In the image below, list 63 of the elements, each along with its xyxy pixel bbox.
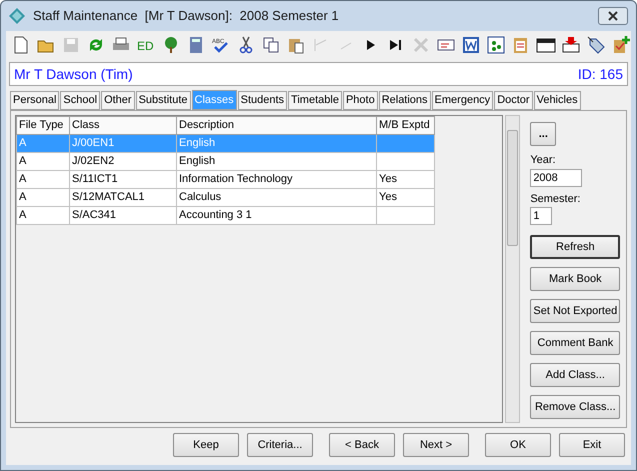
- app-logo-icon: [9, 8, 25, 24]
- table-cell: A: [16, 134, 70, 152]
- tab[interactable]: Vehicles: [534, 91, 581, 110]
- table-row[interactable]: A J/02EN2 English: [16, 152, 434, 170]
- footer-button[interactable]: Exit: [559, 433, 625, 457]
- table-cell: A: [16, 206, 70, 224]
- footer-button[interactable]: Next >: [403, 433, 469, 457]
- table-cell: J/02EN2: [70, 152, 176, 170]
- tab[interactable]: School: [60, 91, 100, 110]
- table-cell: Yes: [376, 170, 434, 188]
- table-cell: English: [176, 134, 376, 152]
- table-cell: Accounting 3 1: [176, 206, 376, 224]
- side-button[interactable]: Set Not Exported: [530, 299, 620, 323]
- table-cell: A: [16, 152, 70, 170]
- column-header[interactable]: File Type: [16, 116, 70, 134]
- semester-label: Semester:: [530, 192, 582, 206]
- table-cell: Yes: [376, 188, 434, 206]
- window-title: Staff Maintenance [Mr T Dawson]: 2008 Semester 1: [33, 7, 339, 26]
- tab[interactable]: Relations: [378, 91, 431, 110]
- side-button[interactable]: Add Class...: [530, 363, 620, 387]
- tab[interactable]: Other: [101, 91, 135, 110]
- column-header[interactable]: M/B Exptd: [376, 116, 434, 134]
- table-cell: S/12MATCAL1: [70, 188, 176, 206]
- tab[interactable]: Photo: [342, 91, 378, 110]
- tab[interactable]: Substitute: [136, 91, 190, 110]
- table-row[interactable]: A S/11ICT1 Information Technology Yes: [16, 170, 434, 188]
- side-button[interactable]: Comment Bank: [530, 331, 620, 355]
- table-cell: A: [16, 188, 70, 206]
- side-button[interactable]: Refresh: [530, 235, 620, 259]
- browse-button[interactable]: ...: [530, 122, 556, 146]
- side-button[interactable]: Mark Book: [530, 267, 620, 291]
- close-icon: [608, 11, 618, 21]
- tab[interactable]: Emergency: [432, 91, 494, 110]
- vertical-scrollbar[interactable]: [505, 115, 520, 423]
- year-label: Year:: [530, 153, 557, 168]
- close-button[interactable]: [598, 7, 628, 25]
- footer-button[interactable]: Keep: [173, 433, 239, 457]
- tab[interactable]: Timetable: [288, 91, 342, 110]
- column-header[interactable]: Class: [70, 116, 176, 134]
- table-cell: A: [16, 170, 70, 188]
- table-row[interactable]: A S/12MATCAL1 Calculus Yes: [16, 188, 434, 206]
- column-header[interactable]: Description: [176, 116, 376, 134]
- tab[interactable]: Personal: [10, 91, 60, 110]
- year-field[interactable]: 2008: [530, 168, 582, 186]
- table-cell: Calculus: [176, 188, 376, 206]
- footer-button[interactable]: OK: [485, 433, 551, 457]
- table-cell: [376, 206, 434, 224]
- footer-button[interactable]: Criteria...: [247, 433, 313, 457]
- table-cell: Information Technology: [176, 170, 376, 188]
- staff-id: ID: 165: [578, 64, 623, 84]
- table-cell: [376, 134, 434, 152]
- table-row[interactable]: A S/AC341 Accounting 3 1: [16, 206, 434, 224]
- semester-field[interactable]: 1: [530, 207, 552, 225]
- footer-button[interactable]: < Back: [329, 433, 395, 457]
- table-cell: S/11ICT1: [70, 170, 176, 188]
- table-cell: English: [176, 152, 376, 170]
- side-button[interactable]: Remove Class...: [530, 395, 620, 419]
- tab[interactable]: Doctor: [494, 91, 533, 110]
- staff-name: Mr T Dawson (Tim): [14, 64, 133, 84]
- table-cell: [376, 152, 434, 170]
- table-cell: J/00EN1: [70, 134, 176, 152]
- tab[interactable]: Students: [238, 91, 288, 110]
- table-cell: S/AC341: [70, 206, 176, 224]
